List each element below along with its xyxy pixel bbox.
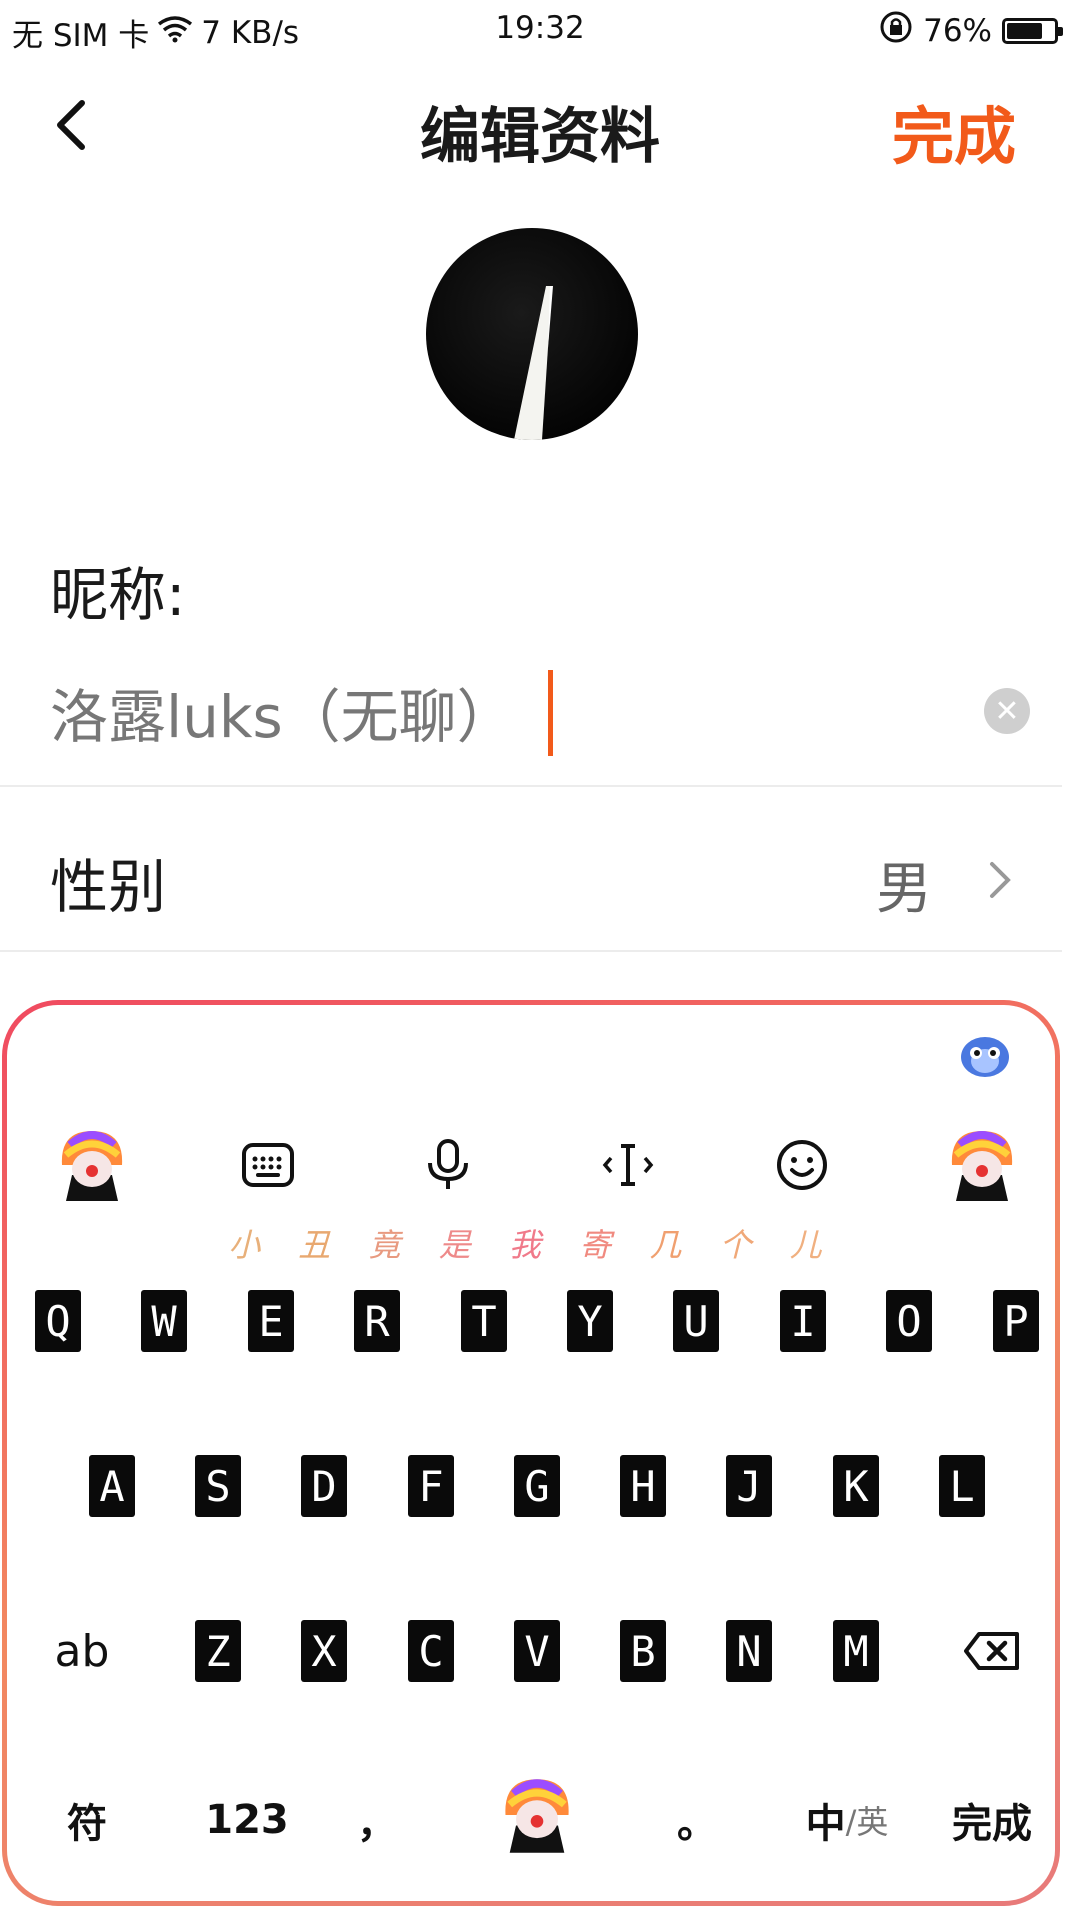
comma-key[interactable]: ， bbox=[337, 1775, 417, 1865]
nickname-field[interactable]: 洛露luks（无聊） ✕ bbox=[50, 660, 1030, 770]
microphone-icon[interactable] bbox=[403, 1115, 493, 1215]
clown-sticker-icon[interactable] bbox=[47, 1115, 137, 1215]
key-a[interactable]: A bbox=[89, 1455, 135, 1517]
backspace-icon bbox=[964, 1632, 1019, 1670]
done-button[interactable]: 完成 bbox=[892, 86, 1016, 176]
text-caret bbox=[548, 670, 553, 756]
rotation-lock-icon bbox=[879, 10, 913, 52]
key-g[interactable]: G bbox=[514, 1455, 560, 1517]
gender-row[interactable]: 性别 男 bbox=[0, 800, 1062, 968]
clear-input-button[interactable]: ✕ bbox=[984, 688, 1030, 734]
mode-chinese: 中 bbox=[805, 1801, 846, 1847]
clown-sticker-icon[interactable] bbox=[937, 1115, 1027, 1215]
status-right: 76% bbox=[879, 10, 1063, 52]
gender-label: 性别 bbox=[50, 853, 167, 921]
mode-english: /英 bbox=[845, 1803, 889, 1841]
keyboard-icon[interactable] bbox=[223, 1115, 313, 1215]
key-row-bottom: 符 123 ， 。 中 /英 完成 bbox=[7, 1775, 1057, 1865]
slogan-char: 几 bbox=[649, 1226, 696, 1264]
divider bbox=[0, 950, 1062, 952]
emoji-icon[interactable] bbox=[757, 1115, 847, 1215]
key-c[interactable]: C bbox=[408, 1620, 454, 1682]
key-r[interactable]: R bbox=[354, 1290, 400, 1352]
key-e[interactable]: E bbox=[248, 1290, 294, 1352]
slogan-char: 个 bbox=[719, 1226, 766, 1264]
key-f[interactable]: F bbox=[408, 1455, 454, 1517]
key-i[interactable]: I bbox=[780, 1290, 826, 1352]
nickname-value[interactable]: 洛露luks（无聊） bbox=[50, 670, 515, 754]
keyboard-slogan: 小 丑 竟 是 我 寄 几 个 儿 bbox=[7, 1220, 1057, 1266]
slogan-char: 丑 bbox=[298, 1226, 345, 1264]
key-o[interactable]: O bbox=[886, 1290, 932, 1352]
key-q[interactable]: Q bbox=[35, 1290, 81, 1352]
avatar[interactable] bbox=[426, 228, 638, 440]
key-x[interactable]: X bbox=[301, 1620, 347, 1682]
case-toggle-key[interactable]: ab bbox=[27, 1620, 137, 1682]
keyboard-done-key[interactable]: 完成 bbox=[932, 1775, 1052, 1865]
divider bbox=[0, 785, 1062, 787]
nickname-label: 昵称: bbox=[50, 561, 186, 629]
key-s[interactable]: S bbox=[195, 1455, 241, 1517]
slogan-char: 儿 bbox=[789, 1226, 836, 1264]
backspace-key[interactable] bbox=[947, 1620, 1037, 1682]
slogan-char: 竟 bbox=[368, 1226, 415, 1264]
space-key[interactable] bbox=[487, 1765, 587, 1865]
key-v[interactable]: V bbox=[514, 1620, 560, 1682]
gender-value: 男 bbox=[876, 857, 932, 922]
key-p[interactable]: P bbox=[993, 1290, 1039, 1352]
battery-percent: 76% bbox=[923, 13, 992, 49]
key-u[interactable]: U bbox=[673, 1290, 719, 1352]
chevron-right-icon bbox=[990, 862, 1011, 898]
key-h[interactable]: H bbox=[620, 1455, 666, 1517]
numbers-key[interactable]: 123 bbox=[182, 1775, 312, 1865]
slogan-char: 是 bbox=[438, 1226, 485, 1264]
clown-sticker-icon bbox=[505, 1779, 569, 1853]
key-d[interactable]: D bbox=[301, 1455, 347, 1517]
key-z[interactable]: Z bbox=[195, 1620, 241, 1682]
slogan-char: 寄 bbox=[579, 1226, 626, 1264]
language-toggle-key[interactable]: 中 /英 bbox=[777, 1775, 917, 1865]
bird-mascot-icon[interactable] bbox=[959, 1033, 1011, 1079]
key-w[interactable]: W bbox=[141, 1290, 187, 1352]
period-key[interactable]: 。 bbox=[657, 1775, 737, 1865]
keyboard: 小 丑 竟 是 我 寄 几 个 儿 Q W E R T Y U I O P A … bbox=[2, 1000, 1060, 1906]
key-l[interactable]: L bbox=[939, 1455, 985, 1517]
battery-icon bbox=[1002, 18, 1063, 44]
nav-bar: 编辑资料 完成 bbox=[0, 60, 1080, 190]
slogan-char: 小 bbox=[228, 1226, 275, 1264]
key-m[interactable]: M bbox=[833, 1620, 879, 1682]
key-j[interactable]: J bbox=[726, 1455, 772, 1517]
key-t[interactable]: T bbox=[461, 1290, 507, 1352]
cursor-move-icon[interactable] bbox=[583, 1115, 673, 1215]
close-icon: ✕ bbox=[994, 693, 1020, 729]
key-k[interactable]: K bbox=[833, 1455, 879, 1517]
slogan-char: 我 bbox=[508, 1226, 555, 1264]
key-n[interactable]: N bbox=[726, 1620, 772, 1682]
key-b[interactable]: B bbox=[620, 1620, 666, 1682]
key-y[interactable]: Y bbox=[567, 1290, 613, 1352]
status-bar: 无 SIM 卡 7 KB/s 19:32 76% bbox=[0, 0, 1080, 56]
avatar-image bbox=[514, 286, 553, 440]
symbols-key[interactable]: 符 bbox=[27, 1775, 147, 1865]
keyboard-toolbar bbox=[7, 1115, 1057, 1215]
